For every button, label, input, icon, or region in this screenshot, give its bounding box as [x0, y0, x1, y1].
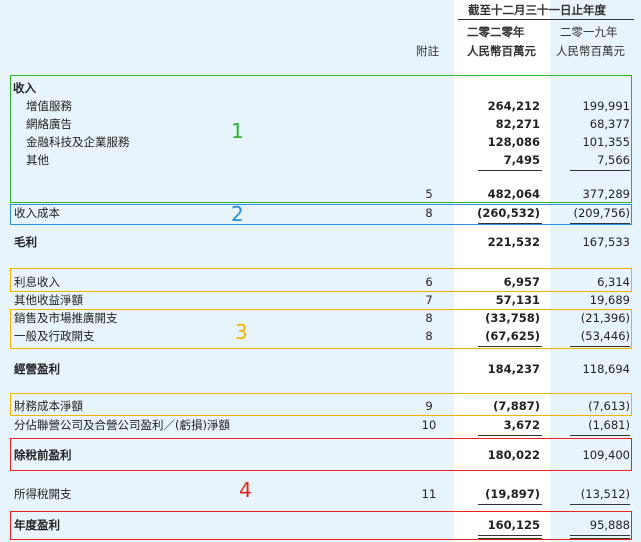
annotation-box-finance: [10, 393, 632, 416]
value-2020: (19,897): [485, 487, 540, 501]
row-share-of-associates: 分佔聯營公司及合營公司盈利／(虧損)淨額 10 3,672 (1,681): [0, 416, 641, 434]
note-ref: 7: [425, 293, 433, 307]
row-label: 分佔聯營公司及合營公司盈利／(虧損)淨額: [14, 418, 230, 432]
income-statement: 截至十二月三十一日止年度 二零二零年 二零一九年 附註 人民幣百萬元 人民幣百萬…: [0, 0, 641, 542]
year-2019-header: 二零一九年: [560, 25, 618, 39]
rule-2019: [570, 504, 630, 505]
value-2019: 118,694: [582, 362, 630, 376]
row-operating-profit: 經營盈利 184,237 118,694: [0, 360, 641, 378]
row-label: 經營盈利: [14, 362, 60, 376]
annotation-box-revenue: [10, 75, 632, 203]
annotation-number-3: 3: [235, 320, 248, 344]
note-ref: 10: [421, 418, 437, 432]
value-2019: 19,689: [589, 293, 630, 307]
row-label: 所得稅開支: [14, 487, 72, 501]
note-column-header: 附註: [416, 44, 439, 58]
unit-2019-header: 人民幣百萬元: [556, 44, 625, 58]
value-2019: (1,681): [588, 418, 630, 432]
annotation-number-4: 4: [239, 478, 252, 502]
row-other-gains: 其他收益淨額 7 57,131 19,689: [0, 291, 641, 309]
header-rule: [458, 19, 634, 20]
row-label: 其他收益淨額: [14, 293, 83, 307]
annotation-box-pbt: [10, 438, 632, 471]
year-2020-header: 二零二零年: [467, 25, 525, 39]
annotation-number-1: 1: [231, 119, 244, 143]
unit-2020-header: 人民幣百萬元: [467, 44, 536, 58]
row-income-tax: 所得稅開支 11 (19,897) (13,512): [0, 485, 641, 503]
value-2020: 184,237: [487, 362, 540, 376]
value-2020: 3,672: [503, 418, 540, 432]
rule-2019: [570, 435, 630, 436]
rule-2020: [478, 504, 542, 505]
row-gross-profit: 毛利 221,532 167,533: [0, 233, 641, 251]
value-2019: (13,512): [580, 487, 630, 501]
value-2019: 167,533: [582, 235, 630, 249]
value-2020: 221,532: [487, 235, 540, 249]
period-header: 截至十二月三十一日止年度: [468, 3, 606, 17]
rule-2020: [478, 435, 542, 436]
annotation-box-profit: [10, 511, 632, 540]
annotation-box-interest: [10, 268, 632, 292]
note-ref: 11: [421, 487, 437, 501]
annotation-number-2: 2: [231, 202, 244, 226]
row-label: 毛利: [14, 235, 37, 249]
value-2020: 57,131: [495, 293, 540, 307]
annotation-box-cost: [10, 204, 632, 225]
annotation-box-expenses: [10, 309, 632, 349]
